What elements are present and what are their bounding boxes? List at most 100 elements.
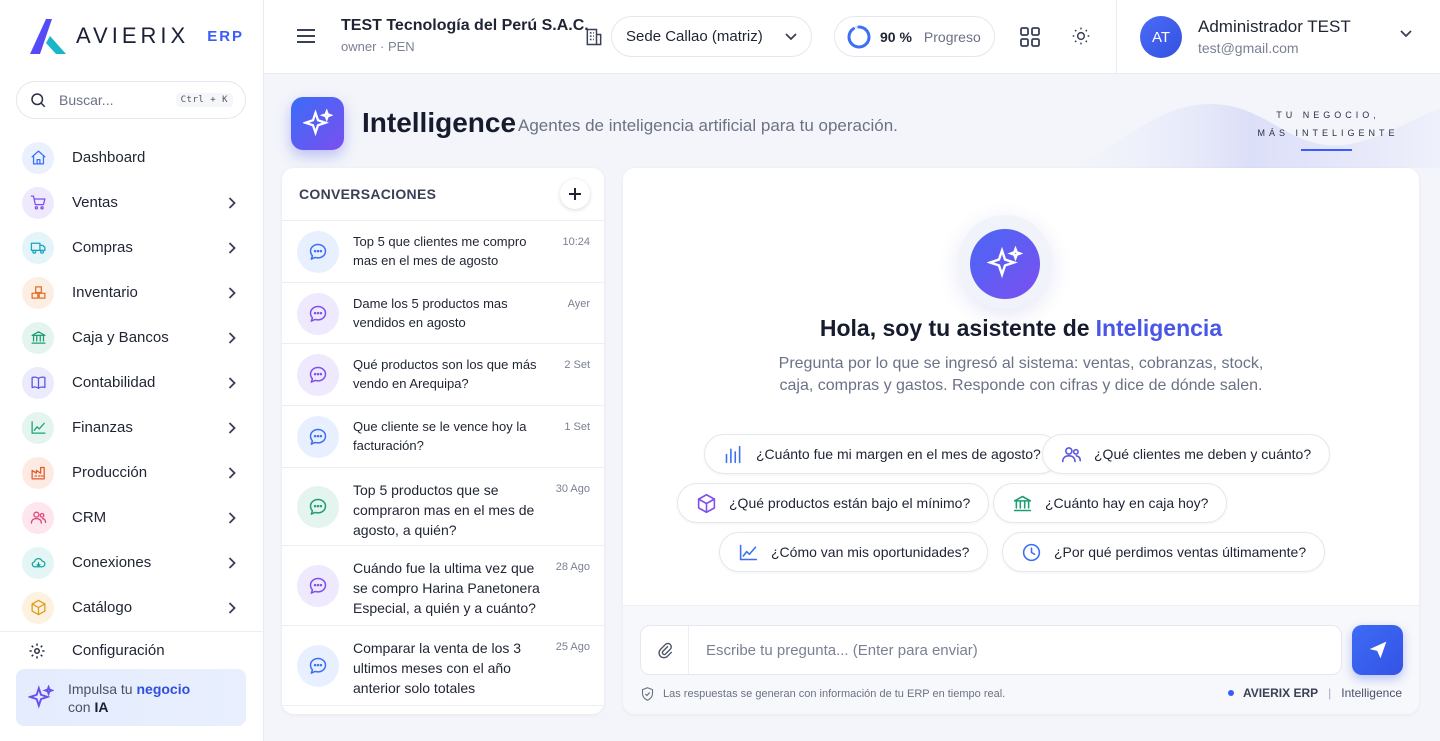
sidebar-item-label: Dashboard: [72, 149, 146, 166]
conversation-item[interactable]: Comparar la venta de los 3 ultimos meses…: [282, 626, 604, 706]
chevron-right-icon: [228, 241, 236, 254]
brand-dot: [1228, 690, 1235, 696]
user-name: Administrador TEST: [1198, 17, 1351, 36]
promo-prefix: Impulsa tu: [68, 680, 133, 697]
attach-button[interactable]: [641, 626, 689, 674]
conversation-time: 1 Set: [564, 421, 590, 433]
chevron-down-icon[interactable]: [1400, 30, 1412, 38]
brand-name: AVIERIX: [76, 23, 190, 48]
sidebar-item-dashboard[interactable]: Dashboard: [0, 135, 264, 180]
conversation-item[interactable]: Top 5 que clientes me compro mas en el m…: [282, 221, 604, 283]
conversations-title: CONVERSACIONES: [299, 186, 437, 202]
search-shortcut: Ctrl + K: [175, 93, 233, 107]
sparkles-icon: [28, 684, 54, 709]
promo-highlight: negocio: [136, 680, 191, 697]
conversation-text: Top 5 que clientes me compro mas en el m…: [353, 234, 527, 268]
chat-bubble-icon: [297, 645, 339, 687]
sede-selector[interactable]: Sede Callao (matriz): [611, 16, 812, 57]
sidebar-item-produccion[interactable]: Producción: [0, 450, 264, 495]
page-title: Intelligence: [362, 107, 517, 138]
footer-brand: AVIERIX ERP | Intelligence: [1228, 686, 1402, 700]
sidebar-item-inventario[interactable]: Inventario: [0, 270, 264, 315]
chevron-right-icon: [228, 601, 236, 614]
home-icon: [22, 141, 54, 174]
new-conversation-button[interactable]: [560, 179, 590, 209]
suggestion-label: ¿Cuánto hay en caja hoy?: [1045, 495, 1209, 511]
send-icon: [1369, 641, 1386, 659]
chat-bubble-icon: [297, 354, 339, 396]
bar-chart-icon: [723, 444, 756, 465]
question-input[interactable]: [689, 641, 1289, 659]
assistant-greeting: Hola, soy tu asistente de Inteligencia: [623, 315, 1419, 342]
apps-grid-icon[interactable]: [1020, 27, 1040, 47]
conversation-text: Que cliente se le vence hoy la facturaci…: [353, 419, 527, 453]
gear-icon: [29, 643, 45, 658]
sede-label: Sede Callao (matriz): [626, 28, 763, 45]
cloud-icon: [22, 546, 54, 579]
sun-icon[interactable]: [1071, 26, 1091, 46]
chevron-right-icon: [228, 376, 236, 389]
sidebar-item-caja-y-bancos[interactable]: Caja y Bancos: [0, 315, 264, 360]
conversation-text: Top 5 productos que se compraron mas en …: [353, 482, 535, 538]
chevron-right-icon: [228, 286, 236, 299]
footer-separator: |: [1328, 686, 1332, 700]
ai-promo-card[interactable]: Impulsa tu negocio con IA: [16, 669, 246, 726]
conversations-list: Top 5 que clientes me compro mas en el m…: [282, 221, 604, 706]
chevron-right-icon: [228, 331, 236, 344]
avatar[interactable]: AT: [1140, 16, 1182, 58]
sidebar-item-ventas[interactable]: Ventas: [0, 180, 264, 225]
progress-widget[interactable]: 90 % Progreso: [834, 16, 995, 57]
conversation-time: 30 Ago: [555, 483, 590, 495]
promo-text: Impulsa tu negocio con IA: [68, 680, 190, 716]
suggestion-chip[interactable]: ¿Cómo van mis oportunidades?: [719, 532, 989, 572]
sidebar-item-label: Ventas: [72, 194, 118, 211]
conversation-time: 10:24: [562, 236, 590, 248]
sidebar-item-contabilidad[interactable]: Contabilidad: [0, 360, 264, 405]
suggestion-label: ¿Cuánto fue mi margen en el mes de agost…: [756, 446, 1041, 462]
user-info[interactable]: Administrador TEST test@gmail.com: [1198, 17, 1351, 56]
sidebar-item-compras[interactable]: Compras: [0, 225, 264, 270]
conversation-item[interactable]: Top 5 productos que se compraron mas en …: [282, 468, 604, 546]
suggestion-label: ¿Cómo van mis oportunidades?: [771, 544, 970, 560]
chevron-right-icon: [228, 421, 236, 434]
search-box[interactable]: Ctrl + K: [16, 81, 246, 119]
sidebar-item-catalogo[interactable]: Catálogo: [0, 585, 264, 630]
conversation-item[interactable]: Cuándo fue la ultima vez que se compro H…: [282, 546, 604, 626]
suggestion-chip[interactable]: ¿Cuánto fue mi margen en el mes de agost…: [704, 434, 1060, 474]
search-input[interactable]: [59, 92, 169, 108]
conversation-item[interactable]: Dame los 5 productos mas vendidos en ago…: [282, 283, 604, 344]
suggestion-chip[interactable]: ¿Cuánto hay en caja hoy?: [993, 483, 1228, 523]
sidebar-item-finanzas[interactable]: Finanzas: [0, 405, 264, 450]
conversation-item[interactable]: Que cliente se le vence hoy la facturaci…: [282, 406, 604, 468]
package-icon: [22, 591, 54, 624]
sidebar: AVIERIX ERP Ctrl + K Dashboard Ventas Comp…: [0, 0, 264, 741]
search-icon: [31, 93, 46, 108]
menu-icon[interactable]: [296, 28, 316, 44]
suggestion-chip[interactable]: ¿Qué clientes me deben y cuánto?: [1042, 434, 1331, 474]
conversation-item[interactable]: Qué productos son los que más vendo en A…: [282, 344, 604, 406]
promo-ia: IA: [94, 698, 109, 715]
chevron-right-icon: [228, 466, 236, 479]
conversation-time: Ayer: [567, 298, 590, 310]
conversation-text: Qué productos son los que más vendo en A…: [353, 357, 537, 391]
conversation-time: 25 Ago: [555, 641, 590, 653]
sidebar-item-configuracion[interactable]: Configuración: [0, 631, 264, 669]
paperclip-icon: [657, 642, 672, 659]
tagline: TU NEGOCIO, MÁS INTELIGENTE: [1250, 106, 1406, 142]
suggestion-chip[interactable]: ¿Por qué perdimos ventas últimamente?: [1002, 532, 1326, 572]
suggestion-chip[interactable]: ¿Qué productos están bajo el mínimo?: [677, 483, 990, 523]
send-button[interactable]: [1352, 625, 1403, 675]
sidebar-item-label: Compras: [72, 239, 133, 256]
tagline-underline: [1301, 149, 1352, 151]
plus-icon: [569, 188, 581, 200]
sidebar-item-conexiones[interactable]: Conexiones: [0, 540, 264, 585]
chevron-right-icon: [228, 511, 236, 524]
company-info[interactable]: TEST Tecnología del Perú S.A.C. owner · …: [341, 17, 589, 54]
users-icon: [22, 501, 54, 534]
sidebar-item-crm[interactable]: CRM: [0, 495, 264, 540]
bank-icon: [22, 321, 54, 354]
brand-logo[interactable]: AVIERIX ERP: [28, 14, 244, 58]
suggestion-label: ¿Qué productos están bajo el mínimo?: [729, 495, 971, 511]
boxes-icon: [22, 276, 54, 309]
composer-area: Las respuestas se generan con informació…: [623, 605, 1419, 714]
